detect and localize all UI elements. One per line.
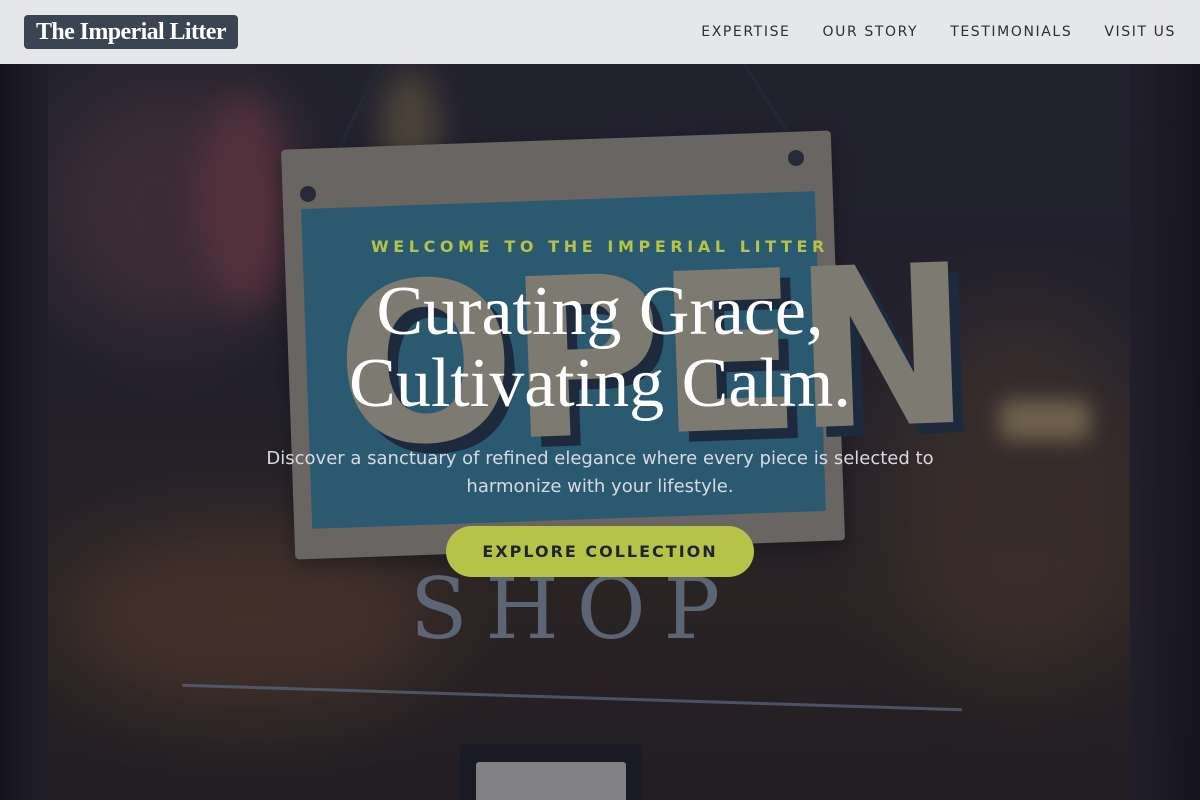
hero-content: WELCOME TO THE IMPERIAL LITTER Curating … — [0, 0, 1200, 800]
hero-headline-line-1: Curating Grace, — [376, 273, 824, 350]
hero-eyebrow: WELCOME TO THE IMPERIAL LITTER — [371, 237, 829, 256]
hero-subtext: Discover a sanctuary of refined elegance… — [266, 448, 934, 497]
brand-logo[interactable]: The Imperial Litter — [24, 15, 238, 49]
site-header: The Imperial Litter EXPERTISE OUR STORY … — [0, 0, 1200, 64]
main-nav: EXPERTISE OUR STORY TESTIMONIALS VISIT U… — [701, 24, 1176, 40]
nav-link-testimonials[interactable]: TESTIMONIALS — [950, 24, 1072, 40]
nav-link-our-story[interactable]: OUR STORY — [823, 24, 919, 40]
nav-link-visit-us[interactable]: VISIT US — [1104, 24, 1176, 40]
nav-link-expertise[interactable]: EXPERTISE — [701, 24, 790, 40]
explore-collection-button[interactable]: EXPLORE COLLECTION — [446, 526, 754, 577]
hero-headline: Curating Grace, Cultivating Calm. — [0, 276, 1200, 420]
hero-headline-line-2: Cultivating Calm. — [349, 345, 851, 422]
